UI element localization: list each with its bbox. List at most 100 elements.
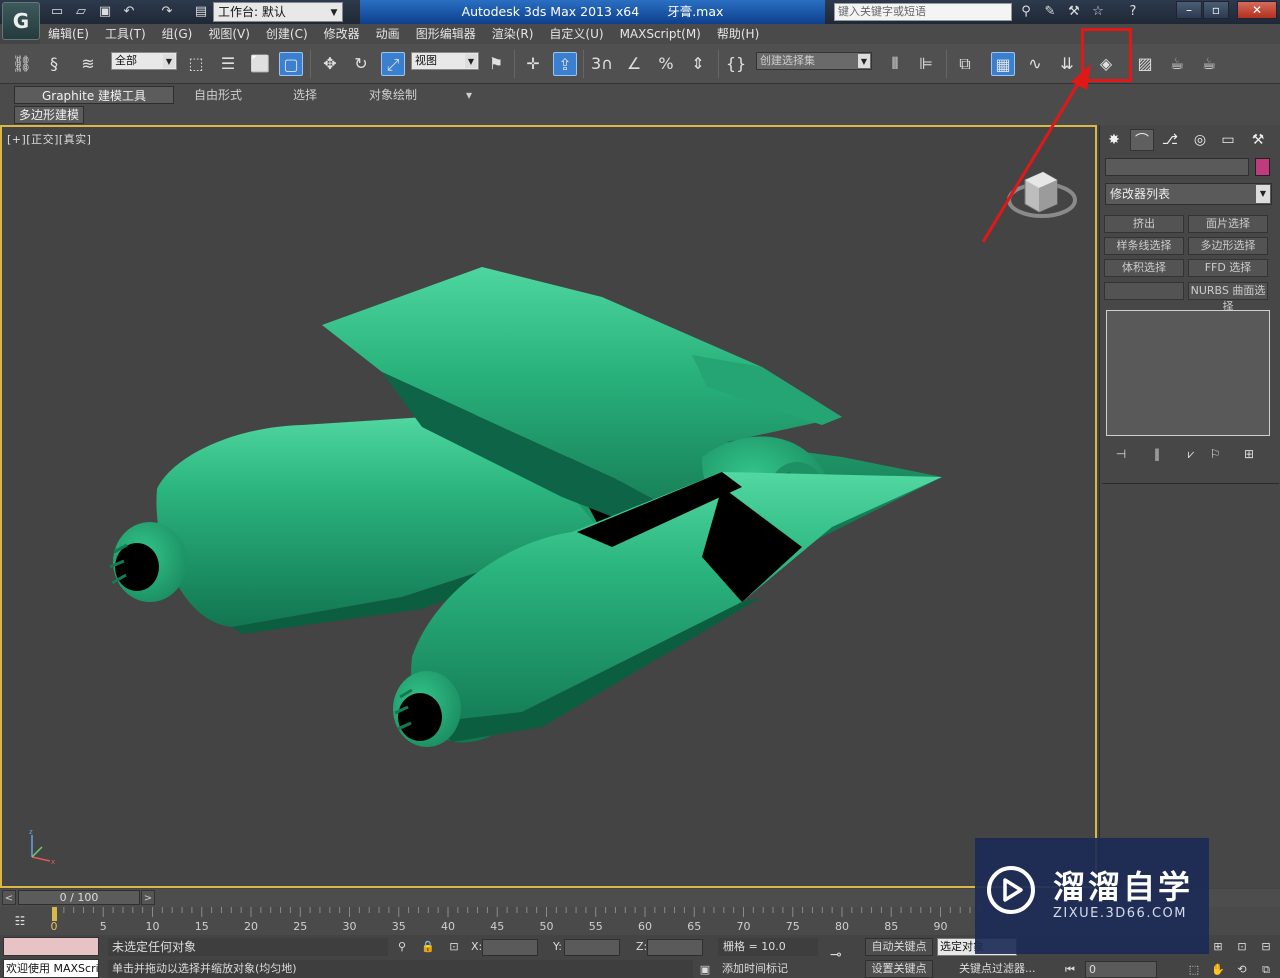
key-icon[interactable]: ⊸ bbox=[830, 947, 856, 965]
menu-animation[interactable]: 动画 bbox=[368, 24, 408, 44]
render-production-icon[interactable]: ☕ bbox=[1197, 52, 1221, 76]
edit-named-selection-icon[interactable]: {} bbox=[724, 52, 748, 76]
x-coordinate-field[interactable] bbox=[482, 939, 538, 956]
menu-customize[interactable]: 自定义(U) bbox=[541, 24, 611, 44]
save-file-icon[interactable]: ▣ bbox=[96, 3, 114, 21]
menu-rendering[interactable]: 渲染(R) bbox=[484, 24, 542, 44]
redo-icon[interactable]: ↷ bbox=[158, 3, 176, 21]
make-unique-icon[interactable]: ⩗ bbox=[1182, 445, 1200, 463]
unlink-icon[interactable]: § bbox=[42, 52, 66, 76]
add-time-tag-button[interactable]: 添加时间标记 bbox=[700, 960, 820, 978]
select-object-icon[interactable]: ⬚ bbox=[184, 52, 208, 76]
tab-object-paint[interactable]: 对象绘制 bbox=[365, 86, 421, 104]
remove-modifier-icon[interactable]: ⚐ bbox=[1206, 445, 1224, 463]
named-selection-set-dropdown[interactable]: 创建选择集 ▼ bbox=[756, 52, 872, 70]
rendered-frame-window-icon[interactable]: ☕ bbox=[1165, 52, 1189, 76]
poly-select-button[interactable]: 多边形选择 bbox=[1188, 237, 1268, 255]
communication-center-icon[interactable]: ✎ bbox=[1041, 3, 1059, 21]
menu-group[interactable]: 组(G) bbox=[154, 24, 201, 44]
layer-manager-icon[interactable]: ⧉ bbox=[953, 52, 977, 76]
spline-select-button[interactable]: 样条线选择 bbox=[1104, 237, 1184, 255]
goto-start-icon[interactable]: ⏮ bbox=[1062, 962, 1078, 978]
display-tab-icon[interactable]: ▭ bbox=[1216, 129, 1240, 151]
previous-frame-icon[interactable]: < bbox=[2, 890, 16, 905]
configure-modifier-sets-icon[interactable]: ⊞ bbox=[1240, 445, 1258, 463]
y-coordinate-field[interactable] bbox=[564, 939, 620, 956]
spinner-snap-icon[interactable]: ⇕ bbox=[686, 52, 710, 76]
align-icon[interactable]: ⊫ bbox=[914, 52, 938, 76]
render-setup-icon[interactable]: ▨ bbox=[1133, 52, 1157, 76]
binoculars-icon[interactable]: ⚲ bbox=[1017, 3, 1035, 21]
modifier-stack[interactable] bbox=[1106, 310, 1270, 436]
project-folder-icon[interactable]: ▤ bbox=[192, 3, 210, 21]
pin-stack-icon[interactable]: ⊣ bbox=[1112, 445, 1130, 463]
menu-modifiers[interactable]: 修改器 bbox=[316, 24, 368, 44]
minimize-button[interactable]: – bbox=[1176, 1, 1202, 19]
z-coordinate-field[interactable] bbox=[647, 939, 703, 956]
show-end-result-icon[interactable]: ‖ bbox=[1148, 445, 1166, 463]
link-icon[interactable]: ⛓ bbox=[10, 52, 34, 76]
selection-filter-dropdown[interactable]: 全部 ▼ bbox=[111, 52, 177, 70]
window-crossing-icon[interactable]: ▢ bbox=[279, 52, 303, 76]
volume-select-button[interactable]: 体积选择 bbox=[1104, 259, 1184, 277]
app-logo-button[interactable]: G bbox=[2, 2, 40, 40]
empty-modifier-button[interactable] bbox=[1104, 282, 1184, 300]
absolute-mode-icon[interactable]: ⊡ bbox=[446, 939, 462, 955]
orbit-icon[interactable]: ⟲ bbox=[1234, 962, 1250, 978]
rectangle-selection-icon[interactable]: ⬜ bbox=[248, 52, 272, 76]
percent-snap-icon[interactable]: % bbox=[654, 52, 678, 76]
help-icon[interactable]: ? bbox=[1124, 3, 1142, 21]
selection-lock-icon[interactable]: 🔒 bbox=[420, 939, 436, 955]
menu-help[interactable]: 帮助(H) bbox=[709, 24, 767, 44]
workspace-dropdown[interactable]: 工作台: 默认 ▼ bbox=[213, 2, 343, 22]
next-frame-icon[interactable]: > bbox=[141, 890, 155, 905]
menu-views[interactable]: 视图(V) bbox=[200, 24, 258, 44]
maximize-button[interactable]: ▫ bbox=[1203, 1, 1229, 19]
tab-freeform[interactable]: 自由形式 bbox=[190, 86, 246, 104]
hierarchy-tab-icon[interactable]: ⎇ bbox=[1158, 129, 1182, 151]
patch-select-button[interactable]: 面片选择 bbox=[1188, 215, 1268, 233]
nurbs-surface-select-button[interactable]: NURBS 曲面选择 bbox=[1188, 282, 1268, 313]
field-of-view-icon[interactable]: ⬚ bbox=[1186, 962, 1202, 978]
menu-maxscript[interactable]: MAXScript(M) bbox=[612, 24, 709, 44]
keyboard-shortcut-override-icon[interactable]: ⇪ bbox=[553, 52, 577, 76]
bind-space-warp-icon[interactable]: ≋ bbox=[76, 52, 100, 76]
perspective-viewport[interactable]: [+][正交][真实] z x bbox=[0, 125, 1097, 888]
modifier-list-dropdown[interactable]: 修改器列表 ▼ bbox=[1105, 183, 1272, 205]
favorites-star-icon[interactable]: ☆ bbox=[1089, 3, 1107, 21]
set-key-button[interactable]: 设置关键点 bbox=[865, 960, 933, 978]
zoom-region-icon[interactable]: ⊟ bbox=[1258, 939, 1274, 955]
tab-selection[interactable]: 选择 bbox=[289, 86, 321, 104]
subscription-icon[interactable]: ⚒ bbox=[1065, 3, 1083, 21]
pan-view-icon[interactable]: ✋ bbox=[1210, 962, 1226, 978]
modify-tab-icon[interactable]: ⌒ bbox=[1130, 129, 1154, 151]
zoom-all-icon[interactable]: ⊞ bbox=[1210, 939, 1226, 955]
mirror-icon[interactable]: ⫴ bbox=[883, 52, 907, 76]
extrude-button[interactable]: 挤出 bbox=[1104, 215, 1184, 233]
isolate-selection-icon[interactable]: ⚲ bbox=[394, 939, 410, 955]
pivot-center-icon[interactable]: ⚑ bbox=[484, 52, 508, 76]
rotate-icon[interactable]: ↻ bbox=[349, 52, 373, 76]
current-frame-field[interactable]: 0 bbox=[1085, 961, 1157, 978]
object-color-swatch[interactable] bbox=[1255, 158, 1270, 176]
menu-edit[interactable]: 编辑(E) bbox=[40, 24, 97, 44]
select-manipulate-icon[interactable]: ✛ bbox=[521, 52, 545, 76]
reference-coordinate-dropdown[interactable]: 视图 ▼ bbox=[411, 52, 479, 70]
ribbon-options-icon[interactable]: ▾ bbox=[462, 86, 476, 104]
utilities-tab-icon[interactable]: ⚒ bbox=[1246, 129, 1270, 151]
menu-tools[interactable]: 工具(T) bbox=[97, 24, 154, 44]
scale-icon[interactable]: ⤢ bbox=[381, 52, 405, 76]
time-slider-thumb[interactable]: 0 / 100 bbox=[18, 890, 140, 905]
object-name-field[interactable] bbox=[1105, 158, 1249, 176]
zoom-extents-icon[interactable]: ⊡ bbox=[1234, 939, 1250, 955]
menu-graph-editors[interactable]: 图形编辑器 bbox=[408, 24, 484, 44]
motion-tab-icon[interactable]: ◎ bbox=[1188, 129, 1212, 151]
current-frame-marker[interactable] bbox=[52, 907, 57, 921]
search-input[interactable]: 键入关键字或短语 bbox=[834, 3, 1012, 21]
new-file-icon[interactable]: ▭ bbox=[48, 3, 66, 21]
auto-key-button[interactable]: 自动关键点 bbox=[865, 938, 933, 956]
close-button[interactable]: ✕ bbox=[1237, 1, 1277, 19]
open-file-icon[interactable]: ▱ bbox=[72, 3, 90, 21]
angle-snap-icon[interactable]: ∠ bbox=[622, 52, 646, 76]
undo-icon[interactable]: ↶ bbox=[120, 3, 138, 21]
